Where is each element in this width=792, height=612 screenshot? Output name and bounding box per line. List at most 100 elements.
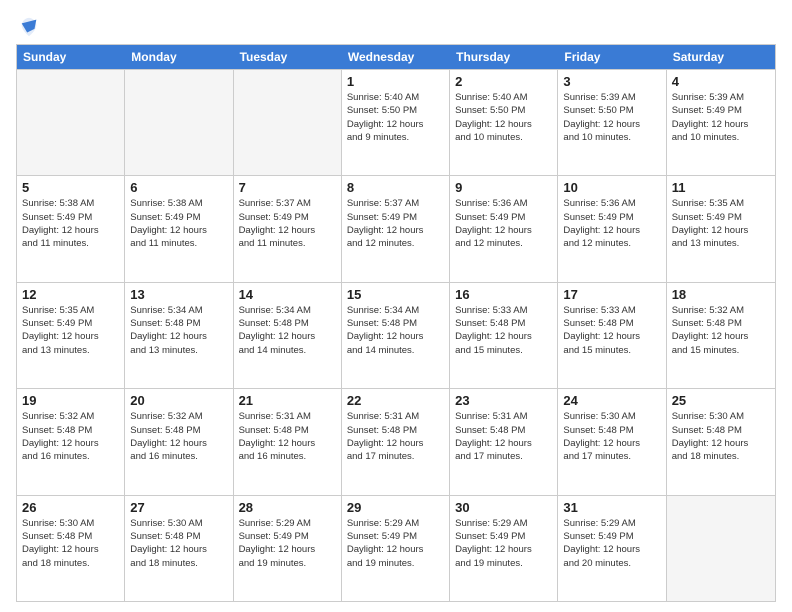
day-number: 4: [672, 74, 770, 89]
day-number: 25: [672, 393, 770, 408]
day-number: 24: [563, 393, 660, 408]
day-number: 20: [130, 393, 227, 408]
day-headers-row: SundayMondayTuesdayWednesdayThursdayFrid…: [17, 45, 775, 69]
day-cell: [17, 70, 125, 175]
day-info: Sunrise: 5:30 AM Sunset: 5:48 PM Dayligh…: [22, 517, 119, 570]
day-info: Sunrise: 5:29 AM Sunset: 5:49 PM Dayligh…: [347, 517, 444, 570]
day-number: 23: [455, 393, 552, 408]
day-info: Sunrise: 5:31 AM Sunset: 5:48 PM Dayligh…: [455, 410, 552, 463]
day-number: 13: [130, 287, 227, 302]
day-info: Sunrise: 5:38 AM Sunset: 5:49 PM Dayligh…: [22, 197, 119, 250]
day-number: 27: [130, 500, 227, 515]
day-number: 18: [672, 287, 770, 302]
day-cell: 5Sunrise: 5:38 AM Sunset: 5:49 PM Daylig…: [17, 176, 125, 281]
day-info: Sunrise: 5:29 AM Sunset: 5:49 PM Dayligh…: [455, 517, 552, 570]
day-number: 16: [455, 287, 552, 302]
day-info: Sunrise: 5:29 AM Sunset: 5:49 PM Dayligh…: [563, 517, 660, 570]
day-number: 8: [347, 180, 444, 195]
day-number: 6: [130, 180, 227, 195]
day-info: Sunrise: 5:33 AM Sunset: 5:48 PM Dayligh…: [563, 304, 660, 357]
day-cell: 8 Sunrise: 5:37 AM Sunset: 5:49 PM Daylig…: [342, 176, 450, 281]
logo-icon: [18, 16, 40, 38]
day-number: 26: [22, 500, 119, 515]
day-cell: 15 Sunrise: 5:34 AM Sunset: 5:48 PM Dayli…: [342, 283, 450, 388]
day-number: 15: [347, 287, 444, 302]
day-cell: 22Sunrise: 5:31 AM Sunset: 5:48 PM Dayli…: [342, 389, 450, 494]
day-number: 3: [563, 74, 660, 89]
day-cell: 31Sunrise: 5:29 AM Sunset: 5:49 PM Dayli…: [558, 496, 666, 601]
day-number: 14: [239, 287, 336, 302]
day-info: Sunrise: 5:37 AM Sunset: 5:49 PM Dayligh…: [347, 197, 444, 250]
day-info: Sunrise: 5:35 AM Sunset: 5:49 PM Dayligh…: [22, 304, 119, 357]
day-cell: 21 Sunrise: 5:31 AM Sunset: 5:48 PM Dayli…: [234, 389, 342, 494]
week-row-4: 19 Sunrise: 5:32 AM Sunset: 5:48 PM Dayli…: [17, 388, 775, 494]
day-cell: 4 Sunrise: 5:39 AM Sunset: 5:49 PM Daylig…: [667, 70, 775, 175]
day-number: 19: [22, 393, 119, 408]
day-info: Sunrise: 5:39 AM Sunset: 5:49 PM Dayligh…: [672, 91, 770, 144]
day-number: 29: [347, 500, 444, 515]
day-cell: 19 Sunrise: 5:32 AM Sunset: 5:48 PM Dayli…: [17, 389, 125, 494]
day-cell: 24 Sunrise: 5:30 AM Sunset: 5:48 PM Dayli…: [558, 389, 666, 494]
day-info: Sunrise: 5:34 AM Sunset: 5:48 PM Dayligh…: [239, 304, 336, 357]
day-number: 12: [22, 287, 119, 302]
day-header-monday: Monday: [125, 45, 233, 69]
day-info: Sunrise: 5:36 AM Sunset: 5:49 PM Dayligh…: [563, 197, 660, 250]
day-info: Sunrise: 5:29 AM Sunset: 5:49 PM Dayligh…: [239, 517, 336, 570]
day-info: Sunrise: 5:32 AM Sunset: 5:48 PM Dayligh…: [672, 304, 770, 357]
day-cell: 18 Sunrise: 5:32 AM Sunset: 5:48 PM Dayli…: [667, 283, 775, 388]
day-info: Sunrise: 5:40 AM Sunset: 5:50 PM Dayligh…: [455, 91, 552, 144]
day-cell: 3 Sunrise: 5:39 AM Sunset: 5:50 PM Daylig…: [558, 70, 666, 175]
day-header-saturday: Saturday: [667, 45, 775, 69]
day-cell: 26 Sunrise: 5:30 AM Sunset: 5:48 PM Dayli…: [17, 496, 125, 601]
day-number: 2: [455, 74, 552, 89]
day-info: Sunrise: 5:30 AM Sunset: 5:48 PM Dayligh…: [130, 517, 227, 570]
day-cell: 25 Sunrise: 5:30 AM Sunset: 5:48 PM Dayli…: [667, 389, 775, 494]
logo: [16, 16, 40, 36]
day-header-tuesday: Tuesday: [234, 45, 342, 69]
day-header-thursday: Thursday: [450, 45, 558, 69]
day-info: Sunrise: 5:31 AM Sunset: 5:48 PM Dayligh…: [239, 410, 336, 463]
day-number: 30: [455, 500, 552, 515]
day-number: 28: [239, 500, 336, 515]
day-number: 10: [563, 180, 660, 195]
day-cell: 27 Sunrise: 5:30 AM Sunset: 5:48 PM Dayli…: [125, 496, 233, 601]
day-cell: [667, 496, 775, 601]
day-number: 17: [563, 287, 660, 302]
day-header-wednesday: Wednesday: [342, 45, 450, 69]
day-cell: 2 Sunrise: 5:40 AM Sunset: 5:50 PM Daylig…: [450, 70, 558, 175]
day-info: Sunrise: 5:40 AM Sunset: 5:50 PM Dayligh…: [347, 91, 444, 144]
day-info: Sunrise: 5:30 AM Sunset: 5:48 PM Dayligh…: [563, 410, 660, 463]
day-cell: [125, 70, 233, 175]
week-row-3: 12 Sunrise: 5:35 AM Sunset: 5:49 PM Dayli…: [17, 282, 775, 388]
day-cell: 11Sunrise: 5:35 AM Sunset: 5:49 PM Dayli…: [667, 176, 775, 281]
day-cell: 14 Sunrise: 5:34 AM Sunset: 5:48 PM Dayli…: [234, 283, 342, 388]
day-info: Sunrise: 5:33 AM Sunset: 5:48 PM Dayligh…: [455, 304, 552, 357]
day-cell: 28 Sunrise: 5:29 AM Sunset: 5:49 PM Dayli…: [234, 496, 342, 601]
day-info: Sunrise: 5:37 AM Sunset: 5:49 PM Dayligh…: [239, 197, 336, 250]
day-cell: 6Sunrise: 5:38 AM Sunset: 5:49 PM Daylig…: [125, 176, 233, 281]
week-row-5: 26 Sunrise: 5:30 AM Sunset: 5:48 PM Dayli…: [17, 495, 775, 601]
day-cell: 17 Sunrise: 5:33 AM Sunset: 5:48 PM Dayli…: [558, 283, 666, 388]
calendar: SundayMondayTuesdayWednesdayThursdayFrid…: [16, 44, 776, 602]
day-cell: 16 Sunrise: 5:33 AM Sunset: 5:48 PM Dayli…: [450, 283, 558, 388]
day-cell: [234, 70, 342, 175]
day-header-sunday: Sunday: [17, 45, 125, 69]
day-info: Sunrise: 5:32 AM Sunset: 5:48 PM Dayligh…: [130, 410, 227, 463]
day-info: Sunrise: 5:35 AM Sunset: 5:49 PM Dayligh…: [672, 197, 770, 250]
day-info: Sunrise: 5:30 AM Sunset: 5:48 PM Dayligh…: [672, 410, 770, 463]
day-number: 21: [239, 393, 336, 408]
day-header-friday: Friday: [558, 45, 666, 69]
day-info: Sunrise: 5:34 AM Sunset: 5:48 PM Dayligh…: [347, 304, 444, 357]
day-info: Sunrise: 5:31 AM Sunset: 5:48 PM Dayligh…: [347, 410, 444, 463]
day-info: Sunrise: 5:39 AM Sunset: 5:50 PM Dayligh…: [563, 91, 660, 144]
day-info: Sunrise: 5:34 AM Sunset: 5:48 PM Dayligh…: [130, 304, 227, 357]
day-info: Sunrise: 5:32 AM Sunset: 5:48 PM Dayligh…: [22, 410, 119, 463]
day-cell: 10 Sunrise: 5:36 AM Sunset: 5:49 PM Dayli…: [558, 176, 666, 281]
day-cell: 13 Sunrise: 5:34 AM Sunset: 5:48 PM Dayli…: [125, 283, 233, 388]
day-cell: 7 Sunrise: 5:37 AM Sunset: 5:49 PM Daylig…: [234, 176, 342, 281]
day-number: 7: [239, 180, 336, 195]
calendar-body: 1Sunrise: 5:40 AM Sunset: 5:50 PM Daylig…: [17, 69, 775, 601]
day-cell: 9Sunrise: 5:36 AM Sunset: 5:49 PM Daylig…: [450, 176, 558, 281]
day-info: Sunrise: 5:36 AM Sunset: 5:49 PM Dayligh…: [455, 197, 552, 250]
day-cell: 1Sunrise: 5:40 AM Sunset: 5:50 PM Daylig…: [342, 70, 450, 175]
